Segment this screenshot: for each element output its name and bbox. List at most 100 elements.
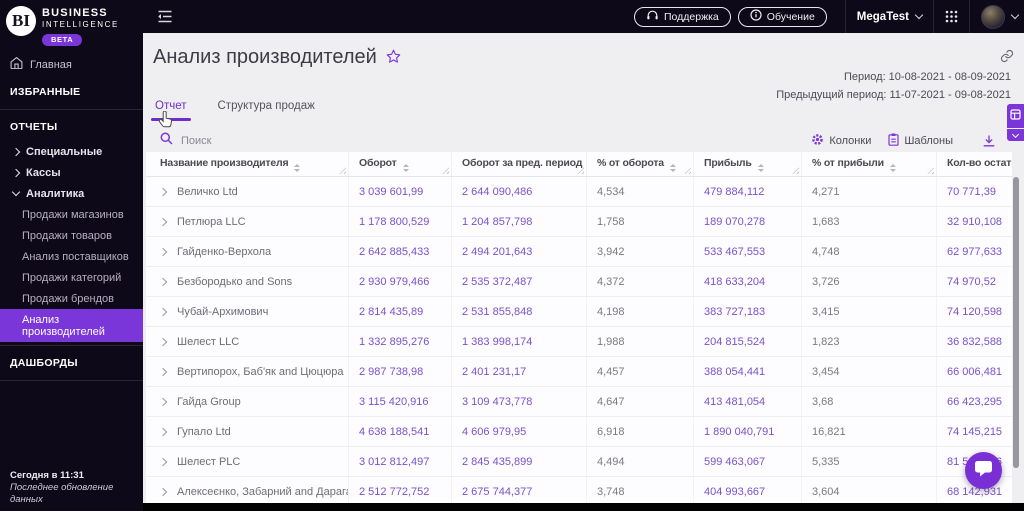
- sidebar-item-cash-registers[interactable]: Кассы: [0, 162, 143, 183]
- table-row[interactable]: Алексеєнко, Забарний and Дараган 2 512 77…: [146, 476, 1012, 503]
- sidebar-item-manufacturer-analysis[interactable]: Анализ производителей: [0, 309, 143, 343]
- scrollbar-thumb[interactable]: [1013, 177, 1019, 468]
- expand-row-icon[interactable]: [158, 217, 168, 226]
- column-resize-handle[interactable]: [792, 167, 799, 174]
- cell-value: 3,748: [586, 476, 694, 503]
- columns-button[interactable]: Колонки: [811, 133, 871, 149]
- table-row[interactable]: Шелест LLC 1 332 895,276 1 383 998,174 1,98…: [146, 326, 1012, 357]
- support-label: Поддержка: [664, 10, 719, 23]
- cell-value: 1,823: [801, 326, 937, 357]
- cell-value: 1,988: [586, 326, 694, 357]
- manufacturer-name: Гайденко-Верхола: [177, 245, 272, 258]
- column-header[interactable]: Оборот за пред. период: [451, 152, 587, 177]
- expand-row-icon[interactable]: [158, 397, 168, 406]
- column-header-label: % от оборота: [597, 156, 664, 169]
- column-header-label: Оборот за пред. период: [462, 156, 583, 169]
- table-row[interactable]: Гупало Ltd 4 638 188,541 4 606 979,95 6,918…: [146, 416, 1012, 447]
- sidebar-item-label: Главная: [30, 58, 72, 71]
- cell-value: 66 006,481: [936, 356, 1012, 387]
- cell-value: 74 120,598: [936, 296, 1012, 327]
- templates-button[interactable]: Шаблоны: [888, 133, 953, 149]
- download-icon[interactable]: [983, 135, 995, 147]
- avatar[interactable]: [981, 4, 1005, 29]
- expand-row-icon[interactable]: [158, 337, 168, 346]
- table-row[interactable]: Шелест PLC 3 012 812,497 2 845 435,899 4,49…: [146, 446, 1012, 477]
- table-row[interactable]: Гайда Group 3 115 420,916 3 109 473,778 4,6…: [146, 386, 1012, 417]
- expand-row-icon[interactable]: [158, 457, 168, 466]
- column-resize-handle[interactable]: [442, 167, 449, 174]
- flyout-collapse-button[interactable]: [1007, 129, 1024, 141]
- sort-icon[interactable]: [889, 163, 896, 172]
- sidebar-item-store-sales[interactable]: Продажи магазинов: [0, 204, 143, 225]
- cell-value: 2 845 435,899: [451, 446, 587, 477]
- expand-row-icon[interactable]: [158, 247, 168, 256]
- expand-row-icon[interactable]: [158, 367, 168, 376]
- column-header[interactable]: Оборот: [348, 152, 452, 177]
- workspace-switcher[interactable]: MegaTest: [857, 11, 924, 23]
- column-header[interactable]: Прибыль: [693, 152, 802, 177]
- expand-row-icon[interactable]: [158, 427, 168, 436]
- table-row[interactable]: Величко Ltd 3 039 601,99 2 644 090,486 4,53…: [146, 176, 1012, 207]
- vertical-scrollbar[interactable]: [1013, 152, 1019, 503]
- column-header[interactable]: % от прибыли: [801, 152, 937, 177]
- table-panel-button[interactable]: [1007, 104, 1024, 128]
- table-row[interactable]: Вертипорох, Баб'як and Цюцюра 2 987 738,9…: [146, 356, 1012, 387]
- brand-text: BUSINESS INTELLIGENCE BETA: [42, 5, 119, 47]
- user-menu[interactable]: [981, 4, 1020, 29]
- app-logo[interactable]: BI BUSINESS INTELLIGENCE BETA: [0, 0, 143, 51]
- cell-value: 3 109 473,778: [451, 386, 587, 417]
- sidebar-item-special[interactable]: Специальные: [0, 141, 143, 162]
- support-button[interactable]: Поддержка: [634, 6, 731, 27]
- collapse-sidebar-icon[interactable]: [157, 10, 173, 28]
- table-row[interactable]: Чубай-Архимович 2 814 435,89 2 531 855,848…: [146, 296, 1012, 327]
- cell-value: 4,457: [586, 356, 694, 387]
- previous-period-label: Предыдущий период: 11-07-2021 - 09-08-20…: [776, 88, 1011, 101]
- cell-value: 62 977,633: [936, 236, 1012, 267]
- training-button[interactable]: Обучение: [737, 6, 827, 27]
- sidebar-item-product-sales[interactable]: Продажи товаров: [0, 225, 143, 246]
- table-toolbar: Колонки Шаблоны: [811, 133, 995, 149]
- topbar: Поддержка Обучение MegaTest: [143, 0, 1024, 33]
- column-header-label: Название производителя: [160, 156, 289, 169]
- copy-link-icon[interactable]: [1000, 49, 1014, 68]
- apps-grid-icon[interactable]: [945, 10, 958, 23]
- expand-row-icon[interactable]: [158, 187, 168, 196]
- sidebar-item-analytics[interactable]: Аналитика: [0, 183, 143, 204]
- expand-row-icon[interactable]: [158, 487, 168, 496]
- sort-icon[interactable]: [402, 163, 409, 172]
- sidebar-item-brand-sales[interactable]: Продажи брендов: [0, 288, 143, 309]
- data-refresh-status: Сегодня в 11:31 Последнее обновление дан…: [10, 470, 143, 506]
- cell-value: 70 771,39: [936, 176, 1012, 207]
- sort-icon[interactable]: [669, 163, 676, 172]
- column-header[interactable]: Кол-во остатков на конец периода: [936, 152, 1012, 177]
- column-header[interactable]: Название производителя: [146, 152, 349, 177]
- tab-sales-structure[interactable]: Структура продаж: [216, 100, 317, 121]
- table-row[interactable]: Гайденко-Верхола 2 642 885,433 2 494 201,6…: [146, 236, 1012, 267]
- sidebar-item-supplier-analysis[interactable]: Анализ поставщиков: [0, 246, 143, 267]
- manufacturer-cell: Величко Ltd: [146, 176, 349, 207]
- cell-value: 3,604: [801, 476, 937, 503]
- favorite-star-icon[interactable]: [386, 47, 401, 70]
- column-resize-handle[interactable]: [927, 167, 934, 174]
- expand-row-icon[interactable]: [158, 307, 168, 316]
- sort-icon[interactable]: [757, 163, 764, 172]
- tab-report[interactable]: Отчет: [151, 100, 190, 121]
- search-input[interactable]: [179, 134, 293, 148]
- sidebar-item-home[interactable]: Главная: [0, 51, 143, 78]
- cell-value: 533 467,553: [693, 236, 802, 267]
- table-row[interactable]: Петлюра LLC 1 178 800,529 1 204 857,798 1,7…: [146, 206, 1012, 237]
- cell-value: 4 638 188,541: [348, 416, 452, 447]
- sort-icon[interactable]: [294, 163, 301, 172]
- expand-row-icon[interactable]: [158, 277, 168, 286]
- column-header-label: % от прибыли: [812, 156, 884, 169]
- sidebar-item-category-sales[interactable]: Продажи категорий: [0, 267, 143, 288]
- sidebar-item-label: Продажи брендов: [22, 292, 114, 305]
- cell-value: 383 727,183: [693, 296, 802, 327]
- cell-value: 4,271: [801, 176, 937, 207]
- column-resize-handle[interactable]: [339, 167, 346, 174]
- chevron-right-icon: [11, 147, 21, 156]
- table-row[interactable]: Безбородько and Sons 2 930 979,466 2 535 3…: [146, 266, 1012, 297]
- column-resize-handle[interactable]: [684, 167, 691, 174]
- column-header[interactable]: % от оборота: [586, 152, 694, 177]
- chat-widget-button[interactable]: [965, 452, 1002, 489]
